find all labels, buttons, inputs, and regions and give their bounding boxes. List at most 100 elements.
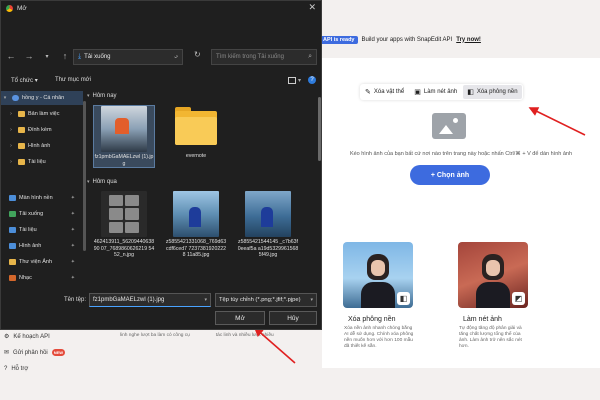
address-bar[interactable]: ⤓ Tải xuống › (73, 49, 183, 65)
file-name: z5855421331068_769d63cdf6ced7 7237381920… (165, 239, 227, 258)
image-icon (9, 243, 16, 249)
filetype-value: Tệp tùy chỉnh (*.png;*.jfif;*.pjpe) (219, 297, 301, 303)
open-button[interactable]: Mở (215, 311, 265, 325)
arrow-right-icon[interactable]: → (24, 51, 34, 61)
search-placeholder: Tìm kiếm trong Tải xuống (216, 54, 284, 60)
pin-icon: ✦ (70, 243, 75, 249)
view-dropdown-icon[interactable]: ▾ (298, 77, 301, 84)
file-name: 462413911_5620944063890 07_7689860626219… (93, 239, 155, 258)
sidebar-item-photo-library[interactable]: Thư viện Ảnh ✦ (1, 255, 83, 269)
file-item[interactable]: z5855421331068_769d63cdf6ced7 7237381920… (165, 191, 227, 259)
sidebar-item-label: Đính kèm (28, 127, 52, 133)
sidebar-item-label: hồng y - Cá nhân (22, 95, 65, 101)
pin-icon: ✦ (70, 259, 75, 265)
expander[interactable]: › (7, 111, 15, 117)
chevron-down-icon[interactable]: ▾ (42, 53, 52, 60)
image-thumbnail (101, 191, 147, 237)
group-today[interactable]: ▾ Hôm nay (87, 93, 117, 99)
document-icon (9, 227, 16, 233)
path-dropdown-icon[interactable]: ⌄ (173, 53, 178, 60)
file-list-scrollbar[interactable] (318, 97, 321, 161)
image-thumbnail (173, 191, 219, 237)
sidebar-item-onedrive[interactable]: ▾ hồng y - Cá nhân (1, 91, 83, 105)
desktop-icon (9, 195, 16, 201)
filetype-select[interactable]: Tệp tùy chỉnh (*.png;*.jfif;*.pjpe) ▾ (215, 293, 317, 307)
sidebar-item-documents-cloud[interactable]: › Tài liệu (1, 155, 83, 169)
pin-icon: ✦ (70, 275, 75, 281)
arrow-up-icon[interactable]: ↑ (60, 51, 70, 61)
help-icon[interactable]: ? (308, 76, 316, 84)
music-icon (9, 275, 16, 281)
arrow-to-remove-background-tab (528, 107, 586, 136)
sidebar-item-music[interactable]: Nhạc ✦ (1, 271, 83, 285)
chevron-down-icon: ▾ (87, 93, 90, 99)
sidebar-item-label: Tài liệu (28, 159, 46, 165)
navigation-pane: ▾ hồng y - Cá nhân › Bản làm việc › Đính… (1, 87, 83, 291)
filename-input[interactable]: fz1pmbGaMAELzwl (1).jpg ▾ (89, 293, 211, 307)
dialog-titlebar: Mở (1, 1, 321, 15)
file-name: evernote (185, 153, 207, 159)
sidebar-item-label: Hình ảnh (28, 143, 51, 149)
image-thumbnail (245, 191, 291, 237)
folder-icon (18, 159, 25, 165)
dialog-toolbar: Tổ chức ▾ Thư mục mới ▾ ? (1, 73, 321, 87)
group-label: Hôm nay (92, 93, 117, 99)
download-icon: ⤓ (78, 53, 82, 60)
expander[interactable]: › (7, 159, 15, 165)
sidebar-item-pictures[interactable]: Hình ảnh ✦ (1, 239, 83, 253)
search-input[interactable]: Tìm kiếm trong Tải xuống ⌕ (211, 49, 317, 65)
pin-icon: ✦ (70, 195, 75, 201)
image-thumbnail (101, 106, 147, 152)
file-list: ▾ Hôm nay fz1pmbGaMAELzwl (1).jpg everno… (87, 87, 319, 289)
file-item[interactable]: fz1pmbGaMAELzwl (1).jpg (93, 105, 155, 168)
arrow-to-open-button (253, 326, 296, 364)
folder-item[interactable]: evernote (165, 105, 227, 160)
sidebar-item-label: Thư viện Ảnh (19, 259, 53, 265)
sidebar-item-label: Bản làm việc (28, 111, 60, 117)
sidebar-item-label: Nhạc (19, 275, 32, 281)
group-label: Hôm qua (92, 179, 117, 185)
search-icon: ⌕ (308, 53, 312, 60)
sidebar-item-attachments[interactable]: › Đính kèm (1, 123, 83, 137)
expander[interactable]: › (7, 127, 15, 133)
organize-menu[interactable]: Tổ chức ▾ (11, 77, 38, 84)
folder-icon (18, 111, 25, 117)
pin-icon: ✦ (70, 211, 75, 217)
folder-icon (18, 143, 25, 149)
cancel-button[interactable]: Hủy (269, 311, 317, 325)
sidebar-scrollbar[interactable] (83, 101, 86, 251)
dialog-footer: Tên tệp: fz1pmbGaMAELzwl (1).jpg ▾ Tệp t… (1, 291, 323, 331)
folder-icon (18, 127, 25, 133)
filename-value: fz1pmbGaMAELzwl (1).jpg (93, 297, 165, 303)
folder-icon (173, 105, 219, 151)
arrow-left-icon[interactable]: ← (6, 51, 16, 61)
chevron-down-icon[interactable]: ▾ (204, 297, 207, 303)
chrome-icon (6, 4, 13, 12)
cloud-icon (12, 95, 19, 101)
sidebar-item-workspace[interactable]: › Bản làm việc (1, 107, 83, 121)
sidebar-item-pictures-cloud[interactable]: › Hình ảnh (1, 139, 83, 153)
file-item[interactable]: 462413911_5620944063890 07_7689860626219… (93, 191, 155, 259)
dialog-title: Mở (17, 4, 27, 12)
sidebar-item-label: Tải xuống (19, 211, 44, 217)
folder-icon (9, 259, 16, 265)
expander[interactable]: › (7, 143, 15, 149)
sidebar-item-documents[interactable]: Tài liệu ✦ (1, 223, 83, 237)
refresh-icon[interactable]: ↻ (194, 50, 201, 59)
group-yesterday[interactable]: ▾ Hôm qua (87, 179, 117, 185)
new-folder-button[interactable]: Thư mục mới (55, 77, 91, 83)
file-name: z5855421544145 _c7b63f0eeaf5a a19d532996… (237, 239, 299, 258)
current-path: Tải xuống (84, 54, 111, 60)
file-item[interactable]: z5855421544145 _c7b63f0eeaf5a a19d532996… (237, 191, 299, 259)
sidebar-item-label: Màn hình nền (19, 195, 53, 201)
chevron-down-icon: ▾ (310, 297, 313, 303)
sidebar-item-desktop[interactable]: Màn hình nền ✦ (1, 191, 83, 205)
close-icon[interactable]: ✕ (308, 2, 316, 13)
file-open-dialog: Mở ✕ ← → ▾ ↑ ⤓ Tải xuống › ⌄ ↻ Tìm kiếm … (0, 0, 322, 330)
view-mode-icon[interactable] (288, 76, 296, 84)
sidebar-item-downloads[interactable]: Tải xuống ✦ (1, 207, 83, 221)
download-icon (9, 211, 16, 217)
filename-label: Tên tệp: (64, 297, 87, 303)
pin-icon: ✦ (70, 227, 75, 233)
expander[interactable]: ▾ (1, 95, 9, 101)
